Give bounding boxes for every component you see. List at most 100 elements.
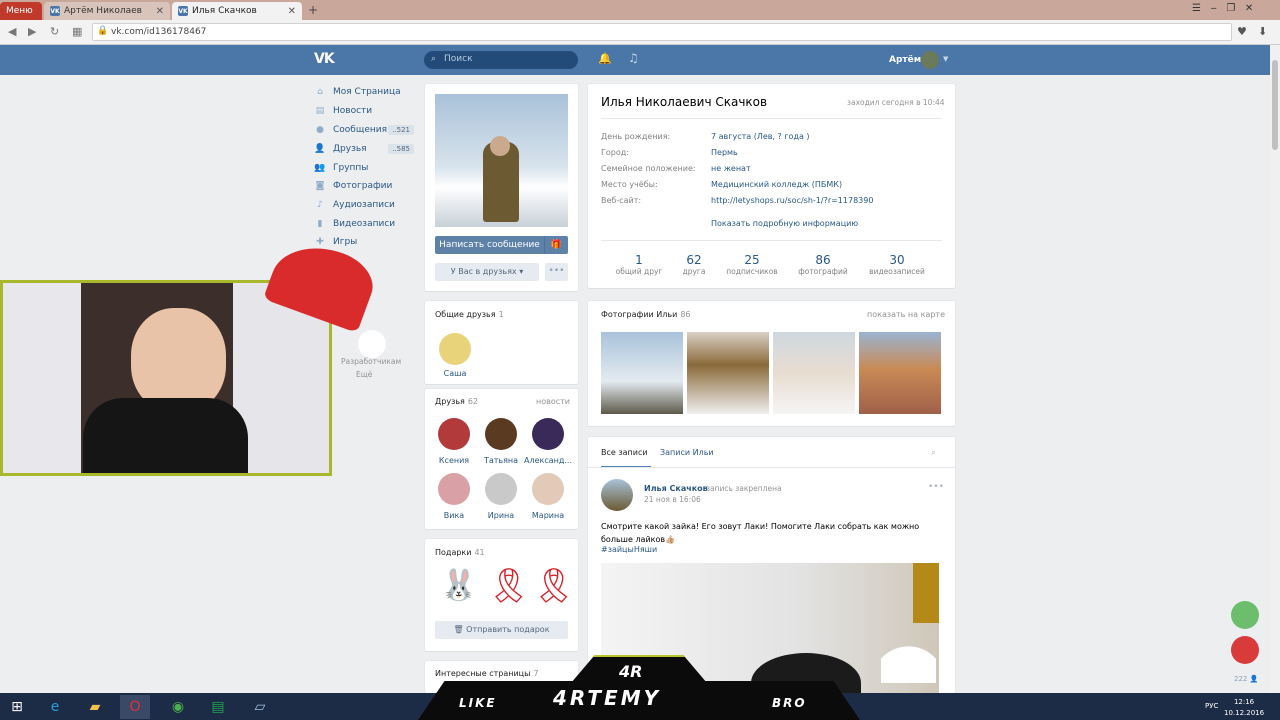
sidebar-item-groups[interactable]: 👥 Группы [314, 160, 414, 176]
scrollbar-thumb[interactable] [1272, 60, 1278, 150]
sidebar-item-messages[interactable]: ● Сообщения ..521 [314, 122, 414, 138]
friend-name[interactable]: Ксения [428, 456, 480, 465]
clock[interactable]: 12:16 10.12.2016 [1224, 697, 1264, 719]
sidebar-item-news[interactable]: ▤ Новости [314, 103, 414, 119]
back-icon[interactable]: ◀ [8, 25, 16, 38]
info-value[interactable]: 7 августа (Лев, ? года ) [711, 132, 810, 141]
friend-name[interactable]: Александ... [522, 456, 574, 465]
stat-followers[interactable]: 25 подписчиков [720, 253, 784, 276]
avatar[interactable] [438, 418, 470, 450]
friend-name[interactable]: Саша [429, 369, 481, 378]
red-ribbon-icon[interactable]: 🎗 [487, 566, 530, 606]
post-author[interactable]: Илья Скачков [644, 484, 708, 493]
info-value[interactable]: http://letyshops.ru/soc/sh-1/?r=1178390 [711, 196, 873, 205]
photo-thumbnail[interactable] [859, 332, 941, 414]
spreadsheet-icon[interactable]: ▤ [203, 695, 233, 719]
sidebar-item-video[interactable]: ▮ Видеозаписи [314, 216, 414, 232]
show-more-info-link[interactable]: Показать подробную информацию [711, 219, 858, 228]
info-row-relationship: Семейное положение: не женат [601, 164, 751, 173]
send-gift-button[interactable]: 🗑 Отправить подарок [435, 621, 568, 639]
more-actions-button[interactable]: ••• [545, 263, 568, 281]
new-tab-button[interactable]: + [308, 3, 318, 17]
folder-icon[interactable]: ▰ [80, 695, 110, 719]
tab-artem[interactable]: VK Артём Николаев ✕ [44, 2, 170, 20]
window-controls[interactable]: ☰ ‒ ❐ ✕ [1192, 3, 1253, 14]
stat-videos[interactable]: 30 видеозаписей [865, 253, 929, 276]
profile-photo[interactable] [435, 94, 568, 227]
friend-name[interactable]: Татьяна [475, 456, 527, 465]
info-key: Семейное положение: [601, 164, 696, 173]
avatar[interactable] [601, 479, 633, 511]
avatar[interactable] [921, 51, 939, 69]
tab-ilya[interactable]: VK Илья Скачков ✕ [172, 2, 302, 20]
side-widget-avatar[interactable] [1231, 601, 1259, 629]
reload-icon[interactable]: ↻ [50, 25, 59, 38]
vk-favicon-icon: VK [50, 6, 60, 16]
tab-all-posts[interactable]: Все записи [601, 448, 651, 468]
close-tab-icon[interactable]: ✕ [156, 6, 164, 17]
photo-thumbnail[interactable] [601, 332, 683, 414]
url-input[interactable]: 🔒 vk.com/id136178467 [92, 23, 1232, 41]
vk-logo[interactable]: VK [314, 51, 335, 67]
heart-icon[interactable]: ♥ [1237, 25, 1247, 38]
gifts-header[interactable]: Подарки 41 [435, 548, 485, 557]
avatar[interactable] [532, 418, 564, 450]
gift-icon[interactable]: 🎁 [544, 236, 568, 254]
gift-bunny-icon[interactable]: 🐰 [440, 568, 477, 603]
forward-icon[interactable]: ▶ [28, 25, 36, 38]
app-icon[interactable]: ▱ [245, 695, 275, 719]
download-icon[interactable]: ⬇ [1258, 25, 1267, 38]
info-value[interactable]: не женат [711, 164, 751, 173]
show-on-map-link[interactable]: показать на карте [867, 310, 945, 319]
close-tab-icon[interactable]: ✕ [288, 6, 296, 17]
music-icon[interactable]: ♫ [628, 51, 639, 65]
stat-photos[interactable]: 86 фотографий [791, 253, 855, 276]
photo-thumbnail[interactable] [773, 332, 855, 414]
mutual-friends-header[interactable]: Общие друзья 1 [435, 310, 504, 319]
search-input[interactable]: ⌕ Поиск [424, 51, 578, 69]
info-value[interactable]: Пермь [711, 148, 738, 157]
chrome-icon[interactable]: ◉ [163, 695, 193, 719]
windows-start-icon[interactable]: ⊞ [2, 695, 32, 719]
stat-friends[interactable]: 62 друга [662, 253, 726, 276]
friend-name[interactable]: Ирина [475, 511, 527, 520]
more-link[interactable]: Ещё [356, 370, 372, 379]
friends-news-link[interactable]: новости [536, 397, 570, 406]
avatar[interactable] [438, 473, 470, 505]
ie-icon[interactable]: e [40, 695, 70, 719]
bell-icon[interactable]: 🔔 [598, 52, 612, 65]
friend-name[interactable]: Марина [522, 511, 574, 520]
sidebar-item-games[interactable]: ✚ Игры [314, 234, 414, 250]
post-hashtag[interactable]: #зайцыНяши [601, 545, 657, 554]
red-ribbon-icon[interactable]: 🎗 [532, 566, 575, 606]
avatar[interactable] [485, 418, 517, 450]
search-icon[interactable]: ⌕ [931, 448, 936, 458]
avatar[interactable] [439, 333, 471, 365]
photo-thumbnail[interactable] [687, 332, 769, 414]
tab-ilya-posts[interactable]: Записи Ильи [660, 448, 714, 457]
interesting-pages-header[interactable]: Интересные страницы 7 [435, 669, 539, 678]
speed-dial-icon[interactable]: ▦ [72, 25, 82, 38]
chevron-down-icon[interactable]: ▼ [943, 55, 948, 63]
friend-name[interactable]: Вика [428, 511, 480, 520]
sidebar-item-my-page[interactable]: ⌂ Моя Страница [314, 84, 414, 100]
send-message-button[interactable]: Написать сообщение 🎁 [435, 236, 568, 254]
sidebar-item-friends[interactable]: 👤 Друзья ..585 [314, 141, 414, 157]
developers-link[interactable]: Разработчикам [341, 357, 401, 366]
avatar[interactable] [532, 473, 564, 505]
friends-header[interactable]: Друзья 62 [435, 397, 478, 406]
photos-header[interactable]: Фотографии Ильи 86 [601, 310, 691, 319]
info-value[interactable]: Медицинский колледж (ПБМК) [711, 180, 842, 189]
gifts-title: Подарки [435, 548, 472, 557]
in-friends-button[interactable]: У Вас в друзьях ▾ [435, 263, 539, 281]
side-widget-avatar[interactable] [1231, 636, 1259, 664]
opera-icon[interactable]: O [120, 695, 150, 719]
opera-menu-button[interactable]: Меню [0, 2, 42, 20]
sidebar-item-photos[interactable]: ◙ Фотографии [314, 178, 414, 194]
language-indicator[interactable]: РУС [1205, 702, 1218, 710]
user-name[interactable]: Артём [889, 55, 921, 65]
post-date[interactable]: 21 ноя в 16:06 [644, 495, 701, 504]
avatar[interactable] [485, 473, 517, 505]
sidebar-item-audio[interactable]: ♪ Аудиозаписи [314, 197, 414, 213]
more-icon[interactable]: ••• [928, 482, 944, 492]
